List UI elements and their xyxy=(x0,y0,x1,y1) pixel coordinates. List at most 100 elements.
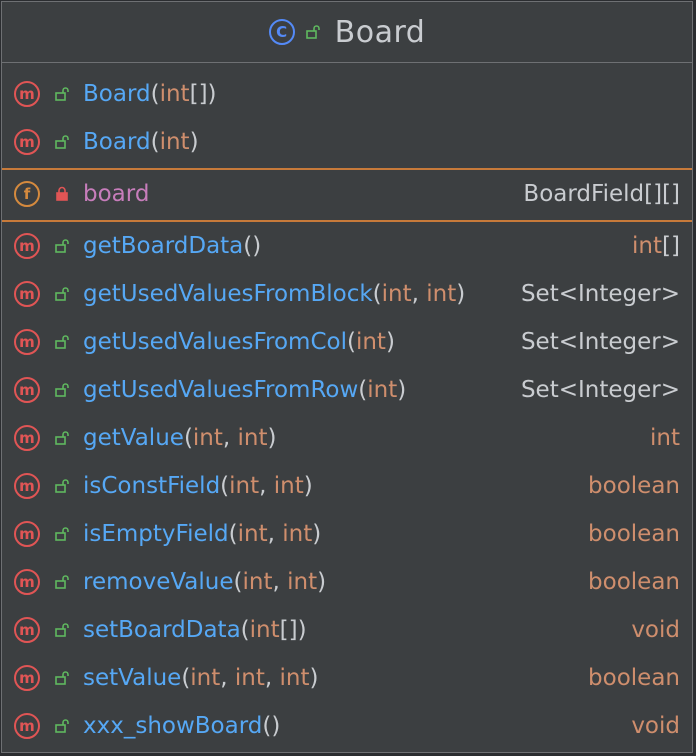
method-icon: m xyxy=(14,233,40,259)
paren-close: ) xyxy=(309,665,319,691)
param-type: int xyxy=(190,665,221,691)
param-type: int xyxy=(282,521,313,547)
public-lock-icon xyxy=(55,335,69,349)
paren-open: ( xyxy=(346,329,356,355)
paren-close: ) xyxy=(317,569,327,595)
method-signature: getUsedValuesFromRow(int) xyxy=(83,377,406,403)
paren-close: ) xyxy=(252,233,262,259)
method-row[interactable]: m getBoardData() int[] xyxy=(2,222,692,270)
return-type: int xyxy=(650,425,680,451)
param-type: int xyxy=(237,425,268,451)
return-type: void xyxy=(631,713,680,739)
paren-close: ) xyxy=(456,281,466,307)
constructor-name: Board xyxy=(83,81,151,107)
method-row[interactable]: m getUsedValuesFromRow(int) Set<Integer> xyxy=(2,366,692,414)
return-type-base: int xyxy=(632,233,663,259)
paren-close: ) xyxy=(297,617,307,643)
paren-close: ) xyxy=(267,425,277,451)
paren-close: ) xyxy=(397,377,407,403)
method-signature: setBoardData(int[]) xyxy=(83,617,307,643)
param-separator: , xyxy=(267,521,283,547)
method-name: removeValue xyxy=(83,569,234,595)
constructor-row[interactable]: m Board(int[]) xyxy=(2,70,692,118)
class-header[interactable]: C Board xyxy=(2,2,692,63)
method-signature: xxx_showBoard() xyxy=(83,713,280,739)
method-name: getBoardData xyxy=(83,233,244,259)
return-type: int[] xyxy=(632,233,680,259)
paren-open: ( xyxy=(181,665,191,691)
paren-open: ( xyxy=(243,233,253,259)
method-name: setValue xyxy=(83,665,182,691)
paren-close: ) xyxy=(385,329,395,355)
method-row[interactable]: m getValue(int, int) int xyxy=(2,414,692,462)
return-type: Set<Integer> xyxy=(520,329,680,355)
method-icon: m xyxy=(14,281,40,307)
paren-close: ) xyxy=(303,473,313,499)
param-type: int xyxy=(381,281,412,307)
public-lock-icon xyxy=(55,719,69,733)
public-lock-icon xyxy=(55,431,69,445)
field-row[interactable]: f board BoardField[][] xyxy=(2,170,692,218)
constructor-signature: Board(int[]) xyxy=(83,81,217,107)
method-row[interactable]: m removeValue(int, int) boolean xyxy=(2,558,692,606)
constructor-row[interactable]: m Board(int) xyxy=(2,118,692,166)
section-separator xyxy=(2,168,692,170)
paren-open: ( xyxy=(150,81,160,107)
public-lock-icon xyxy=(55,239,69,253)
method-name: setBoardData xyxy=(83,617,241,643)
return-type: Set<Integer> xyxy=(520,377,680,403)
method-icon: m xyxy=(14,377,40,403)
method-name: getUsedValuesFromCol xyxy=(83,329,347,355)
paren-open: ( xyxy=(372,281,382,307)
class-title: Board xyxy=(334,14,426,50)
method-signature: removeValue(int, int) xyxy=(83,569,326,595)
param-type: int xyxy=(234,665,265,691)
param-type: int xyxy=(192,425,223,451)
method-row[interactable]: m isConstField(int, int) boolean xyxy=(2,462,692,510)
method-row[interactable]: m setValue(int, int, int) boolean xyxy=(2,654,692,702)
array-brackets: [] xyxy=(189,81,208,107)
method-icon: m xyxy=(14,329,40,355)
class-icon: C xyxy=(268,19,295,45)
param-type: int xyxy=(273,473,304,499)
param-type: int xyxy=(367,377,398,403)
public-lock-icon xyxy=(55,623,69,637)
method-icon: m xyxy=(14,713,40,739)
method-signature: getUsedValuesFromCol(int) xyxy=(83,329,395,355)
paren-open: ( xyxy=(183,425,193,451)
param-type: int xyxy=(242,569,273,595)
method-icon: m xyxy=(14,665,40,691)
param-separator: , xyxy=(220,665,235,691)
array-brackets: [] xyxy=(662,233,680,259)
return-type: boolean xyxy=(588,521,680,547)
field-type: BoardField[][] xyxy=(523,181,680,207)
paren-open: ( xyxy=(150,129,160,155)
paren-close: ) xyxy=(312,521,322,547)
paren-open: ( xyxy=(240,617,250,643)
method-name: getUsedValuesFromBlock xyxy=(83,281,373,307)
param-separator: , xyxy=(264,665,280,691)
public-lock-icon xyxy=(55,575,69,589)
paren-open: ( xyxy=(262,713,272,739)
method-icon: m xyxy=(14,81,40,107)
method-row[interactable]: m getUsedValuesFromCol(int) Set<Integer> xyxy=(2,318,692,366)
public-lock-icon xyxy=(55,287,69,301)
method-row[interactable]: m xxx_showBoard() void xyxy=(2,702,692,750)
paren-open: ( xyxy=(228,521,238,547)
public-lock-icon xyxy=(55,383,69,397)
method-icon: m xyxy=(14,129,40,155)
method-row[interactable]: m setBoardData(int[]) void xyxy=(2,606,692,654)
constructor-name: Board xyxy=(83,129,151,155)
method-name: getValue xyxy=(83,425,184,451)
method-row[interactable]: m getUsedValuesFromBlock(int, int) Set<Int… xyxy=(2,270,692,318)
param-separator: , xyxy=(259,473,274,499)
param-type: int xyxy=(279,665,310,691)
param-type: int xyxy=(159,129,190,155)
public-lock-icon xyxy=(55,527,69,541)
param-type: int xyxy=(249,617,280,643)
param-type: int xyxy=(355,329,386,355)
public-lock-icon xyxy=(55,479,69,493)
method-row[interactable]: m isEmptyField(int, int) boolean xyxy=(2,510,692,558)
uml-class-box: C Board m Board(int[]) m Board(int) f board Bo… xyxy=(1,1,693,753)
method-signature: setValue(int, int, int) xyxy=(83,665,319,691)
